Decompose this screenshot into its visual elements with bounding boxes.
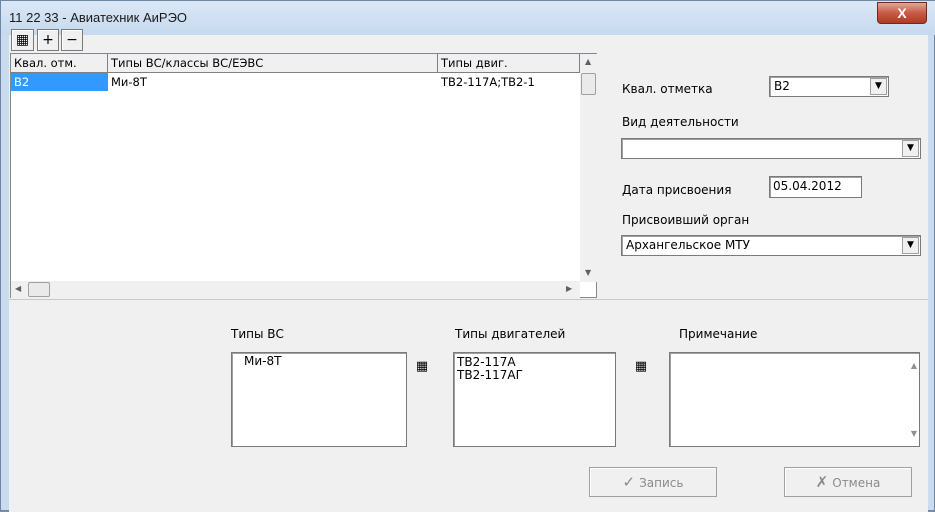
close-button[interactable]: X [877, 2, 927, 24]
cell-types[interactable]: Ми-8Т [108, 73, 438, 91]
dialog-window: 11 22 33 - Авиатехник АиРЭО X ▦ + − Квал… [0, 0, 935, 512]
chevron-down-icon[interactable]: ▼ [902, 140, 919, 157]
window-title: 11 22 33 - Авиатехник АиРЭО [9, 10, 188, 25]
vertical-scroll-thumb[interactable] [581, 73, 596, 95]
scroll-up-icon[interactable]: ▲ [911, 361, 917, 370]
aircraft-types-list[interactable]: Ми-8Т [231, 352, 407, 447]
column-header-types[interactable]: Типы ВС/классы ВС/ЕЭВС [108, 54, 438, 73]
column-header-qual[interactable]: Квал. отм. [11, 54, 108, 73]
list-item[interactable]: ТВ2-117АГ [454, 369, 615, 382]
qual-select[interactable]: В2 ▼ [769, 76, 889, 97]
engine-types-label: Типы двигателей [455, 327, 566, 341]
note-field[interactable]: ▲ ▼ [669, 352, 920, 447]
table-row[interactable]: В2 Ми-8Т ТВ2-117А;ТВ2-1 [11, 73, 580, 93]
activity-label: Вид деятельности [622, 115, 739, 129]
add-button[interactable]: + [37, 29, 59, 51]
client-area: ▦ + − Квал. отм. Типы ВС/классы ВС/ЕЭВС … [9, 29, 928, 512]
title-bar: 11 22 33 - Авиатехник АиРЭО X [1, 1, 935, 35]
date-field[interactable]: 05.04.2012 [769, 176, 862, 198]
report-icon[interactable]: ▦ [412, 358, 432, 378]
authority-label: Присвоивший орган [622, 213, 750, 227]
qual-label: Квал. отметка [622, 82, 713, 96]
scroll-down-icon[interactable]: ▼ [585, 268, 591, 277]
horizontal-scroll-thumb[interactable] [28, 282, 50, 297]
cross-icon: ✗ [815, 473, 829, 491]
save-button[interactable]: ✓ Запись [589, 467, 717, 497]
chevron-down-icon[interactable]: ▼ [870, 78, 887, 95]
minus-icon: − [66, 32, 78, 48]
checkmark-icon: ✓ [622, 473, 636, 491]
section-divider [9, 299, 928, 300]
authority-select[interactable]: Архангельское МТУ ▼ [621, 235, 921, 256]
cancel-button[interactable]: ✗ Отмена [784, 467, 912, 497]
aircraft-types-label: Типы ВС [231, 327, 284, 341]
cell-engines[interactable]: ТВ2-117А;ТВ2-1 [438, 73, 580, 91]
report-icon[interactable]: ▦ [11, 29, 34, 51]
date-label: Дата присвоения [622, 183, 732, 197]
chevron-down-icon[interactable]: ▼ [902, 237, 919, 254]
scroll-up-icon[interactable]: ▲ [585, 57, 591, 66]
scroll-down-icon[interactable]: ▼ [911, 429, 917, 438]
grid-horizontal-scrollbar[interactable]: ◀ ▶ [11, 281, 580, 298]
plus-icon: + [42, 32, 54, 48]
remove-button[interactable]: − [61, 29, 83, 51]
column-header-engines[interactable]: Типы двиг. [438, 54, 580, 73]
grid-vertical-scrollbar[interactable]: ▲ ▼ [580, 54, 597, 282]
engine-types-list[interactable]: ТВ2-117А ТВ2-117АГ [453, 352, 616, 447]
cell-qual[interactable]: В2 [11, 73, 108, 91]
activity-select[interactable]: ▼ [621, 138, 921, 159]
grid-header: Квал. отм. Типы ВС/классы ВС/ЕЭВС Типы д… [11, 54, 580, 73]
list-item[interactable]: Ми-8Т [232, 353, 406, 368]
report-icon[interactable]: ▦ [631, 358, 651, 378]
scroll-right-icon[interactable]: ▶ [566, 284, 572, 293]
list-item[interactable]: ТВ2-117А [454, 353, 615, 369]
scroll-left-icon[interactable]: ◀ [15, 284, 21, 293]
note-label: Примечание [679, 327, 758, 341]
qualifications-grid[interactable]: Квал. отм. Типы ВС/классы ВС/ЕЭВС Типы д… [10, 53, 597, 298]
